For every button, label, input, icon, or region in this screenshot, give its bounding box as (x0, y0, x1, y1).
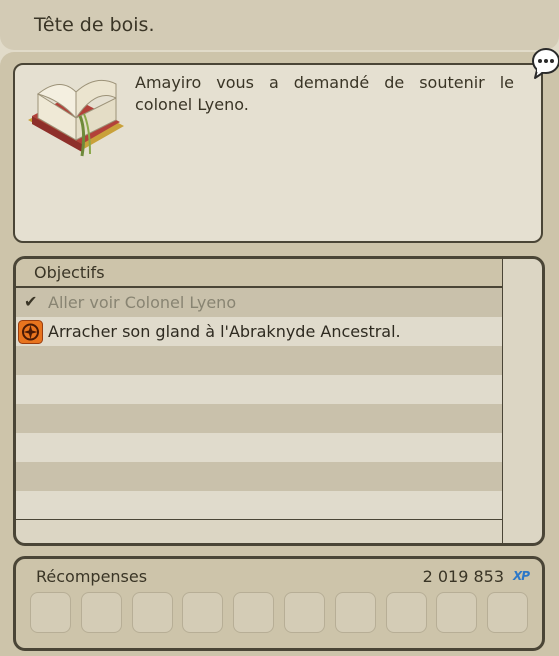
objectives-header: Objectifs (16, 259, 502, 288)
objectives-panel: Objectifs ✔ Aller voir Colonel Lyeno Arr… (13, 256, 545, 546)
quest-book-icon (28, 79, 124, 157)
reward-slot[interactable] (30, 592, 71, 633)
rewards-title: Récompenses (36, 567, 148, 586)
reward-slot[interactable] (233, 592, 275, 633)
objective-row[interactable]: ✔ Aller voir Colonel Lyeno (16, 288, 502, 317)
objectives-title: Objectifs (34, 263, 105, 282)
objective-empty-row (16, 375, 502, 404)
objective-empty-row (16, 462, 502, 491)
reward-slot[interactable] (487, 592, 529, 633)
reward-slot[interactable] (131, 592, 173, 633)
objective-empty-row (16, 346, 502, 375)
rewards-xp-value: 2 019 853 (422, 567, 504, 586)
check-icon: ✔ (24, 292, 38, 311)
reward-slot[interactable] (284, 592, 325, 633)
objective-label: Arracher son gland à l'Abraknyde Ancestr… (48, 322, 401, 341)
compass-icon (18, 320, 43, 344)
objective-empty-row (16, 404, 502, 433)
reward-slot[interactable] (80, 592, 122, 633)
reward-slot[interactable] (334, 592, 376, 633)
quest-title-bar: Tête de bois. (0, 0, 559, 50)
objective-empty-row (16, 433, 502, 462)
reward-slot[interactable] (182, 592, 224, 633)
objective-row[interactable]: Arracher son gland à l'Abraknyde Ancestr… (16, 317, 502, 346)
objectives-divider (502, 259, 503, 543)
rewards-panel: Récompenses 2 019 853 XP (13, 556, 545, 651)
speech-bubble-icon[interactable] (531, 46, 559, 80)
quest-title: Tête de bois. (34, 14, 155, 36)
objectives-list: ✔ Aller voir Colonel Lyeno Arracher son … (16, 288, 502, 520)
xp-icon: XP (512, 569, 530, 583)
reward-slot[interactable] (385, 592, 427, 633)
reward-slot[interactable] (436, 592, 478, 633)
objective-label: Aller voir Colonel Lyeno (48, 293, 237, 312)
objective-empty-row (16, 491, 502, 520)
quest-description: Amayiro vous a demandé de soutenir le co… (135, 73, 514, 114)
objectives-footer-divider (16, 519, 502, 520)
